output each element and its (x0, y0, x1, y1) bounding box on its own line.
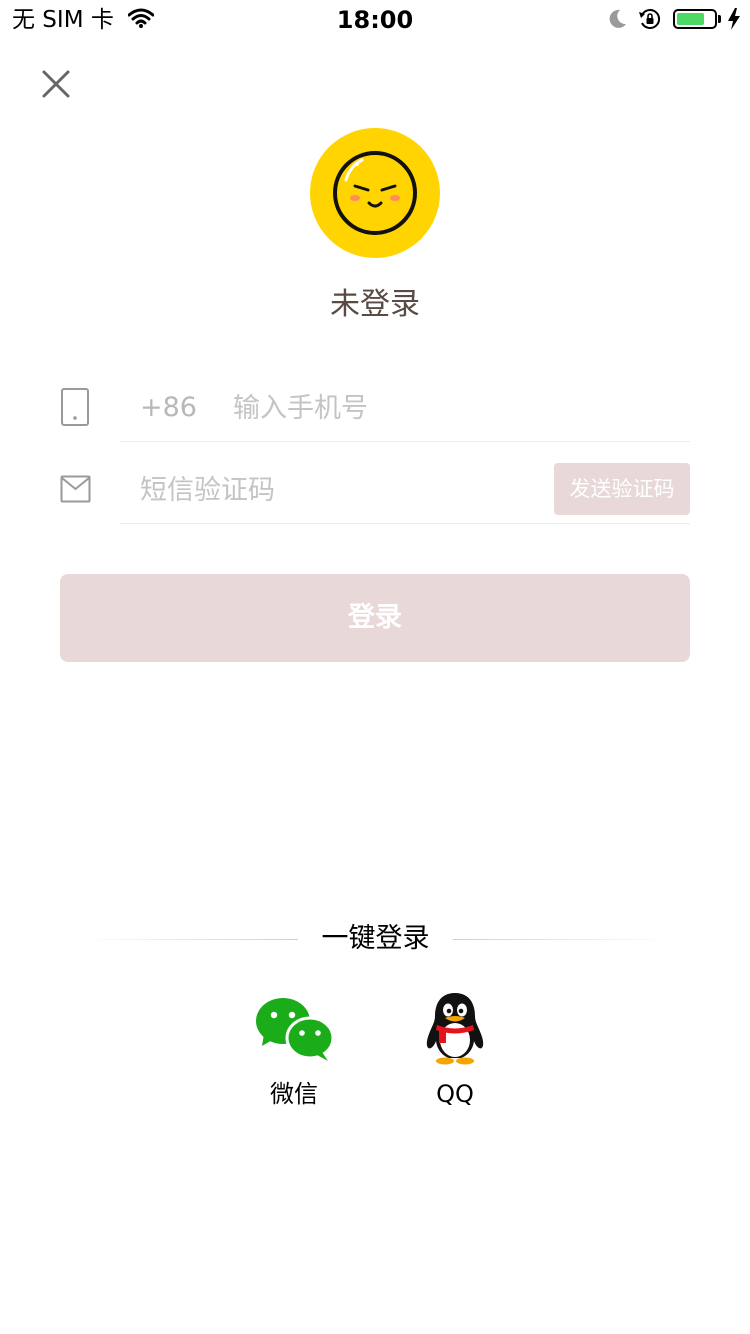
close-button[interactable] (36, 64, 76, 104)
status-bar: 无 SIM 卡 18:00 (0, 0, 750, 40)
smiley-avatar-icon (333, 151, 417, 235)
orientation-lock-icon (638, 7, 662, 35)
send-code-button[interactable]: 发送验证码 (554, 463, 690, 515)
wechat-login-button[interactable] (252, 994, 336, 1064)
qq-login-button[interactable] (423, 990, 487, 1066)
envelope-icon (60, 475, 91, 507)
phone-input[interactable] (233, 386, 673, 430)
divider-right (453, 939, 671, 940)
login-status-text: 未登录 (330, 287, 420, 322)
country-code[interactable]: +86 (140, 390, 197, 426)
divider-left (80, 939, 298, 940)
battery-icon (673, 9, 717, 29)
code-underline (120, 523, 690, 524)
qq-label[interactable]: QQ (415, 1078, 495, 1110)
battery-fill (677, 13, 704, 25)
phone-underline (120, 441, 690, 442)
quick-login-title: 一键登录 (321, 923, 430, 954)
close-icon (42, 70, 70, 98)
avatar (310, 128, 440, 258)
battery-cap (718, 15, 721, 23)
wechat-icon (256, 998, 335, 1061)
sms-code-input[interactable] (140, 468, 540, 512)
qq-penguin-icon (426, 993, 484, 1065)
charging-bolt-icon (727, 7, 741, 35)
wechat-label[interactable]: 微信 (254, 1078, 334, 1110)
login-button[interactable]: 登录 (60, 574, 690, 662)
phone-icon (60, 388, 90, 430)
moon-icon (606, 8, 628, 34)
